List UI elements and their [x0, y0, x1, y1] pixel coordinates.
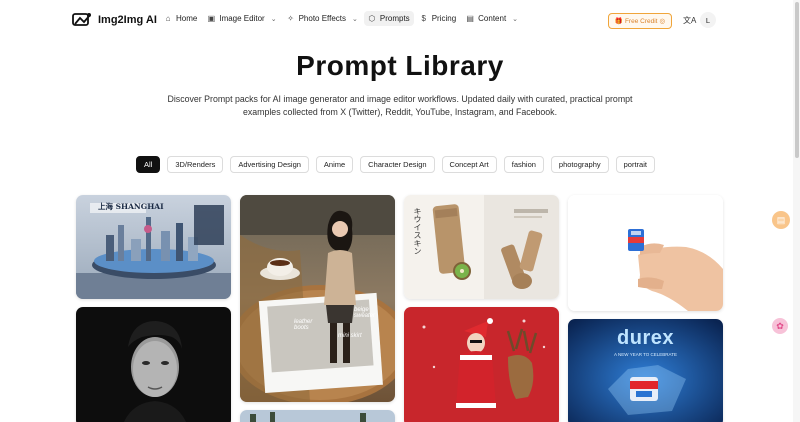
dollar-icon: $	[421, 14, 426, 23]
filter-chip-anime[interactable]: Anime	[315, 156, 354, 173]
category-filters: All 3D/Renders Advertising Design Anime …	[136, 156, 655, 173]
user-avatar[interactable]: L	[700, 12, 716, 28]
free-credit-button[interactable]: 🎁 Free Credit ◎	[608, 13, 672, 29]
shanghai-caption: 上海 SHANGHAI	[98, 202, 164, 211]
cafe-note-boots: leather boots	[294, 319, 313, 331]
nav-item-pricing[interactable]: $ Pricing	[416, 11, 460, 26]
chat-icon: ▤	[776, 214, 786, 225]
nav-item-home[interactable]: ⌂ Home	[160, 11, 201, 26]
nav-item-image-editor[interactable]: ▣ Image Editor ⌄	[203, 11, 280, 26]
prompt-card-durex[interactable]: durex A NEW YEAR TO CELEBRATE	[568, 319, 723, 422]
cafe-polaroid-image	[240, 195, 395, 402]
filter-chip-advertising-design[interactable]: Advertising Design	[230, 156, 309, 173]
nav-item-content[interactable]: ▤ Content ⌄	[462, 11, 522, 26]
filter-chip-all[interactable]: All	[136, 156, 161, 173]
nav-label: Photo Effects	[298, 14, 347, 23]
chevron-down-icon: ⌄	[352, 15, 358, 23]
filter-chip-photography[interactable]: photography	[550, 156, 609, 173]
logo-icon	[72, 13, 91, 26]
prompt-card-hand-cube[interactable]	[568, 195, 723, 311]
free-credit-label: Free Credit	[624, 17, 658, 25]
nav-label: Home	[176, 14, 198, 23]
feedback-widget-button[interactable]: ✿	[772, 318, 788, 334]
filter-chip-portrait[interactable]: portrait	[615, 156, 655, 173]
prompt-card-cafe-polaroid[interactable]: leather boots beige sweater mini skirt	[240, 195, 395, 402]
kiwi-caption: キウイスキン	[413, 207, 422, 255]
cafe-note-sweater: beige sweater	[354, 307, 376, 319]
nav-label: Content	[478, 14, 507, 23]
brand-name: Img2Img AI	[98, 14, 157, 26]
durex-logo-text: durex	[617, 327, 674, 349]
flower-icon: ✿	[776, 320, 784, 331]
nav-item-prompts[interactable]: ⬡ Prompts	[363, 11, 414, 26]
sparkle-icon: ✧	[287, 14, 294, 23]
durex-sub-text: A NEW YEAR TO CELEBRATE	[614, 352, 677, 357]
language-switch-icon[interactable]: 文A	[683, 15, 696, 26]
scrollbar-thumb[interactable]	[795, 2, 799, 158]
nav-label: Prompts	[379, 14, 410, 23]
nav-label: Image Editor	[219, 14, 265, 23]
page-title: Prompt Library	[296, 50, 504, 81]
bw-portrait-image	[76, 307, 231, 422]
filter-chip-character-design[interactable]: Character Design	[360, 156, 435, 173]
coin-icon: ◎	[659, 18, 666, 25]
document-icon: ▤	[466, 14, 474, 23]
nav-label: Pricing	[431, 14, 457, 23]
cafe-note-skirt: mini skirt	[338, 333, 362, 339]
brand-logo[interactable]: Img2Img AI	[72, 12, 157, 28]
image-icon: ▣	[207, 14, 216, 23]
page-subtitle: Discover Prompt packs for AI image gener…	[167, 94, 633, 117]
winter-scene-image	[240, 410, 395, 422]
cube-icon: ⬡	[368, 14, 376, 23]
nav-item-photo-effects[interactable]: ✧ Photo Effects ⌄	[283, 11, 362, 26]
prompt-card-bw-portrait[interactable]	[76, 307, 231, 422]
chevron-down-icon: ⌄	[512, 15, 519, 23]
prompt-card-winter[interactable]	[240, 410, 395, 422]
prompt-card-shanghai[interactable]: 上海 SHANGHAI	[76, 195, 231, 299]
top-nav: Img2Img AI ⌂ Home ▣ Image Editor ⌄ ✧ Pho…	[0, 0, 800, 40]
main-menu: ⌂ Home ▣ Image Editor ⌄ ✧ Photo Effects …	[160, 11, 522, 26]
prompt-card-kiwi-skin[interactable]: キウイスキン	[404, 195, 559, 299]
prompt-card-christmas[interactable]	[404, 307, 559, 422]
chat-widget-button[interactable]: ▤	[772, 211, 790, 229]
filter-chip-fashion[interactable]: fashion	[503, 156, 544, 173]
filter-chip-3d-renders[interactable]: 3D/Renders	[167, 156, 224, 173]
hand-cube-image	[568, 195, 723, 311]
kiwi-product-image	[404, 195, 559, 299]
filter-chip-concept-art[interactable]: Concept Art	[441, 156, 497, 173]
chevron-down-icon: ⌄	[270, 15, 277, 23]
home-icon: ⌂	[165, 14, 171, 23]
gift-icon: 🎁	[614, 18, 623, 25]
christmas-image	[404, 307, 559, 422]
